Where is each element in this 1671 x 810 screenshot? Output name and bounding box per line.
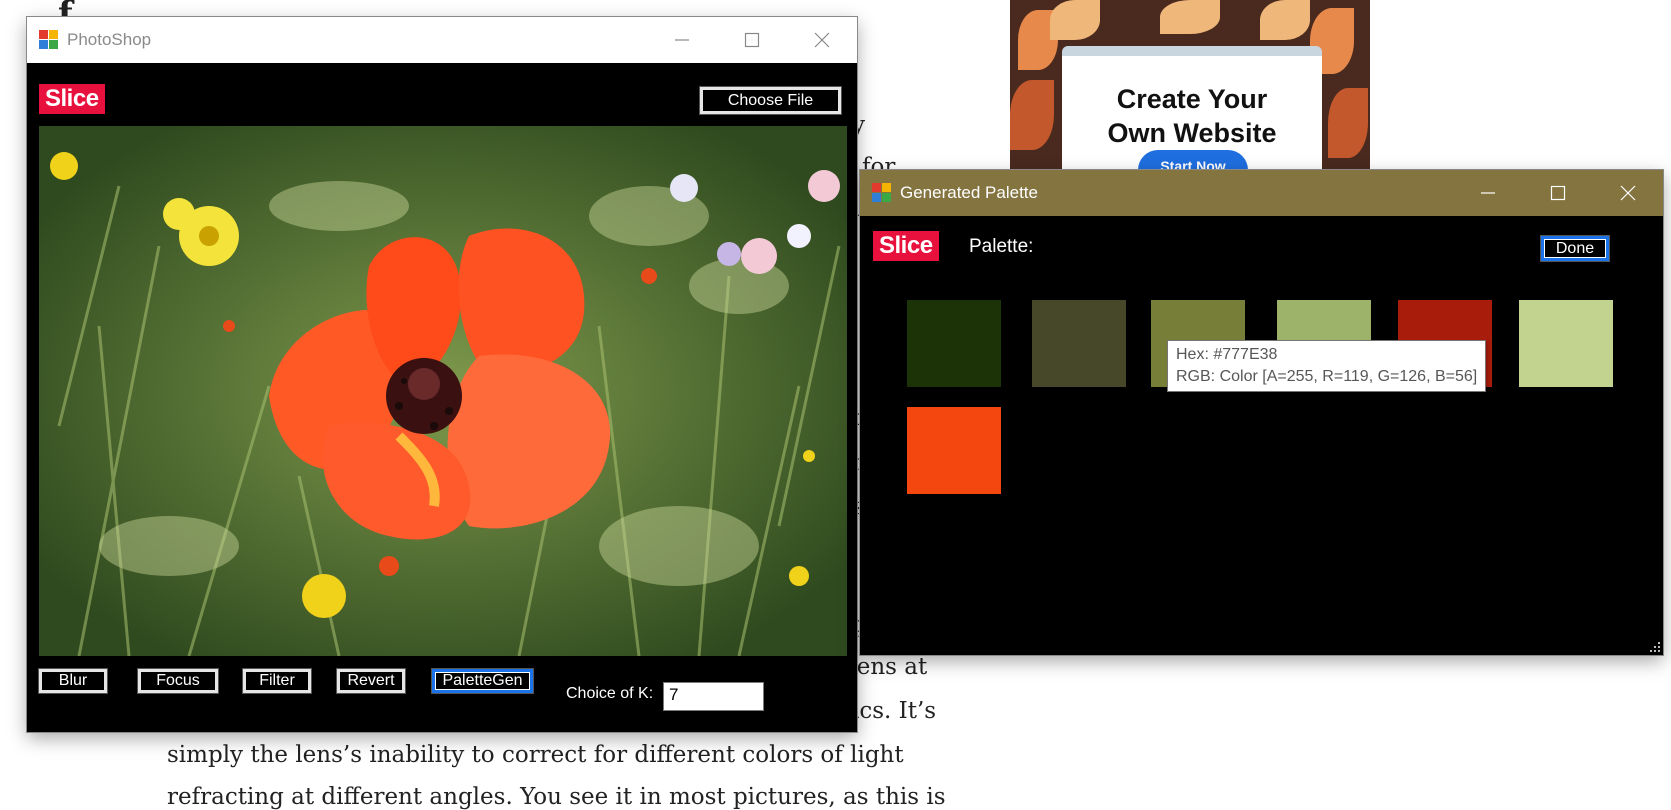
tooltip-rgb: RGB: Color [A=255, R=119, G=126, B=56] <box>1176 368 1478 385</box>
window-title: PhotoShop <box>67 30 152 49</box>
close-button[interactable] <box>787 17 857 63</box>
palette-swatch[interactable] <box>907 407 1001 494</box>
close-button[interactable] <box>1593 170 1663 216</box>
close-icon <box>814 32 830 48</box>
maximize-icon <box>744 32 760 48</box>
palette-swatch[interactable] <box>1032 300 1126 387</box>
palette-label: Palette: <box>969 236 1034 257</box>
app-icon <box>872 183 892 203</box>
photoshop-titlebar[interactable]: PhotoShop <box>27 17 857 63</box>
leaf-decoration <box>1160 0 1220 34</box>
article-line: simply the lens’s inability to correct f… <box>167 742 904 768</box>
palette-swatch[interactable] <box>907 300 1001 387</box>
palettegen-button[interactable]: PaletteGen <box>431 668 534 694</box>
blur-button[interactable]: Blur <box>38 668 108 694</box>
resize-grip-icon[interactable] <box>1649 641 1661 653</box>
maximize-button[interactable] <box>717 17 787 63</box>
palette-window: Generated Palette Slice Palette: Done He… <box>860 170 1663 655</box>
photoshop-window: PhotoShop Slice Choose File Blur Focus F… <box>27 17 857 732</box>
revert-button[interactable]: Revert <box>336 668 406 694</box>
leaf-decoration <box>1050 0 1100 40</box>
minimize-button[interactable] <box>1453 170 1523 216</box>
poppy-photo <box>39 126 847 656</box>
article-line: refracting at different angles. You see … <box>167 784 946 810</box>
close-icon <box>1620 185 1636 201</box>
minimize-button[interactable] <box>647 17 717 63</box>
swatch-tooltip: Hex: #777E38 RGB: Color [A=255, R=119, G… <box>1167 340 1487 392</box>
minimize-icon <box>675 39 689 41</box>
window-title: Generated Palette <box>900 183 1038 202</box>
k-label: Choice of K: <box>566 685 654 702</box>
filter-button[interactable]: Filter <box>242 668 312 694</box>
done-button[interactable]: Done <box>1540 235 1610 262</box>
leaf-decoration <box>1010 80 1054 150</box>
article-line: ics. It’s <box>852 698 937 724</box>
image-preview <box>39 126 847 656</box>
slice-logo: Slice <box>873 231 939 261</box>
tooltip-hex: Hex: #777E38 <box>1176 346 1278 363</box>
leaf-decoration <box>1260 0 1310 40</box>
maximize-button[interactable] <box>1523 170 1593 216</box>
ad-headline: Create Your Own Website <box>1107 84 1277 148</box>
website-builder-ad[interactable]: Create Your Own Website Start Now <box>1010 0 1370 175</box>
minimize-icon <box>1481 192 1495 194</box>
focus-button[interactable]: Focus <box>137 668 219 694</box>
choose-file-button[interactable]: Choose File <box>699 86 842 115</box>
palette-swatch[interactable] <box>1519 300 1613 387</box>
slice-logo: Slice <box>39 84 105 114</box>
k-input[interactable]: 7 <box>663 682 764 711</box>
app-icon <box>39 30 59 50</box>
leaf-decoration <box>1328 88 1368 158</box>
maximize-icon <box>1550 185 1566 201</box>
palette-titlebar[interactable]: Generated Palette <box>860 170 1663 216</box>
